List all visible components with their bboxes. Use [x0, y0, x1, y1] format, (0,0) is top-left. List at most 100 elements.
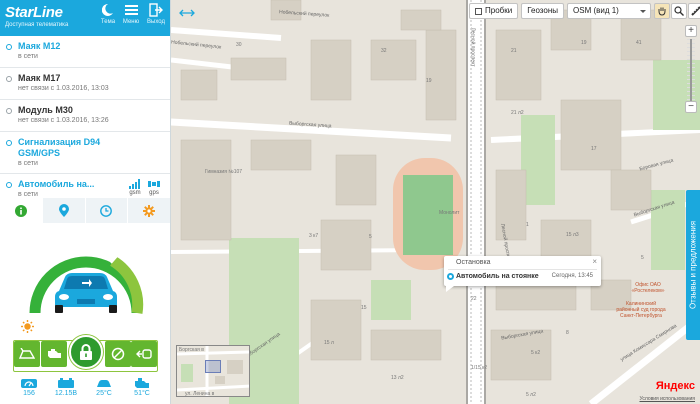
stat-battery: 12.15В — [47, 378, 85, 397]
popup-divider — [448, 269, 597, 270]
house-number: 21 л2 — [511, 110, 524, 116]
geozones-button[interactable]: Геозоны — [521, 3, 565, 19]
house-number: 15 л — [324, 340, 334, 346]
menu-button[interactable]: Меню — [120, 3, 142, 35]
gps-satellite-icon — [148, 181, 160, 187]
ruler-icon — [691, 6, 700, 16]
device-item-d94[interactable]: Сигнализация D94 GSM/GPS в сети — [0, 132, 170, 174]
engine-temp-icon — [135, 378, 149, 388]
popup-time: Сегодня, 13:45 — [551, 273, 593, 279]
clock-icon — [100, 204, 113, 217]
house-number: 1/15 к2 — [471, 365, 488, 371]
tab-history[interactable] — [85, 198, 129, 223]
feedback-tab[interactable]: Отзывы и предложения — [686, 190, 700, 340]
stat-mileage: 156 — [10, 378, 48, 397]
heater-icon — [136, 349, 152, 359]
status-dot — [6, 182, 12, 188]
menu-label: Меню — [122, 19, 140, 25]
status-dot — [6, 76, 12, 82]
exit-icon — [149, 3, 163, 17]
device-item-m17[interactable]: Маяк M17 нет связи с 1.03.2016, 13:03 — [0, 68, 170, 100]
house-number: 8 — [566, 330, 569, 336]
house-number: 5 — [369, 234, 372, 240]
ruler-tool-button[interactable] — [688, 3, 700, 19]
house-number: 41 — [636, 40, 642, 46]
trunk-icon — [19, 348, 35, 359]
zoom-tool-button[interactable] — [671, 3, 688, 19]
theme-icon — [102, 3, 113, 16]
tab-settings[interactable] — [128, 198, 170, 223]
device-status: в сети — [18, 53, 38, 60]
engine-icon — [48, 349, 61, 358]
magnifier-icon — [674, 6, 685, 16]
engine-button[interactable] — [41, 341, 67, 367]
device-item-m12[interactable]: Маяк M12 в сети — [0, 36, 170, 68]
device-item-m30[interactable]: Модуль M30 нет связи с 1.03.2016, 13:26 — [0, 100, 170, 132]
gps-indicator: gps — [146, 179, 162, 196]
house-number: 1 — [526, 222, 529, 228]
stat-value: 25°C — [96, 390, 112, 397]
no-start-button[interactable] — [105, 341, 131, 367]
gsm-signal-icon — [129, 179, 140, 189]
status-dot — [6, 44, 12, 50]
theme-button[interactable]: Тема — [97, 3, 119, 35]
minimap-viewport[interactable] — [205, 360, 221, 373]
car-status-gauge — [29, 254, 144, 314]
gsm-indicator: gsm — [127, 179, 143, 196]
map-view[interactable]: Нобельский переулок Нобельский переулок … — [171, 0, 700, 404]
house-number: 5 к2 — [531, 350, 541, 356]
status-dot — [6, 140, 12, 146]
tagline: Доступная телематика — [5, 22, 69, 28]
top-bar: StarLine Доступная телематика Тема Меню … — [0, 0, 170, 36]
zoom-in-button[interactable]: + — [685, 25, 697, 37]
popup-close-button[interactable]: × — [592, 257, 597, 266]
tab-info[interactable] — [0, 198, 43, 223]
checkbox-icon — [475, 7, 482, 15]
stat-value: 51°C — [134, 390, 150, 397]
zoom-track[interactable] — [690, 39, 692, 101]
traffic-toggle[interactable]: Пробки — [469, 3, 519, 19]
map-layer-select[interactable]: OSM (вид 1) — [567, 3, 652, 19]
exit-button[interactable]: Выход — [145, 3, 167, 35]
popup-vehicle-name: Автомобиль на стоянке — [456, 273, 539, 280]
poi-label: Гимназия №107 — [205, 169, 243, 175]
battery-icon — [58, 378, 74, 388]
zoom-out-button[interactable]: − — [685, 101, 697, 113]
house-number: 15 л3 — [566, 232, 579, 238]
house-number: 13 л2 — [391, 375, 404, 381]
stop-popup[interactable]: Остановка × Автомобиль на стоянке Сегодн… — [444, 256, 601, 292]
settings-gear-icon — [143, 204, 156, 217]
exit-label: Выход — [147, 19, 165, 25]
stat-engine-temp: 51°C — [123, 378, 161, 397]
info-icon — [14, 204, 27, 217]
device-name: Маяк M17 — [18, 73, 61, 83]
lock-button[interactable] — [69, 335, 103, 369]
terms-link[interactable]: Условия использования — [640, 396, 696, 402]
house-number: 21 — [511, 48, 517, 54]
theme-label: Тема — [100, 19, 116, 25]
minimap-label: ул. Ленина в — [185, 391, 215, 397]
device-status: нет связи с 1.03.2016, 13:26 — [18, 117, 109, 124]
device-status: в сети — [18, 160, 38, 167]
poi-label: Монолит — [439, 210, 460, 216]
overview-minimap[interactable]: Боргская в ул. Ленина в — [176, 345, 250, 397]
lock-icon — [80, 344, 92, 360]
stat-interior-temp: 25°C — [85, 378, 123, 397]
house-number: 3 к7 — [309, 233, 319, 239]
sidebar: StarLine Доступная телематика Тема Меню … — [0, 0, 171, 404]
logo: StarLine — [5, 4, 63, 21]
trunk-button[interactable] — [14, 341, 40, 367]
hand-icon — [658, 7, 666, 16]
map-toolbar: Пробки Геозоны OSM (вид 1) — [469, 3, 700, 19]
heater-button[interactable] — [131, 341, 157, 367]
device-name: Сигнализация D94 GSM/GPS — [18, 137, 101, 158]
status-dot — [6, 108, 12, 114]
collapse-sidebar-icon[interactable] — [179, 6, 195, 20]
house-number: 15 — [361, 305, 367, 311]
house-number: 30 — [236, 42, 242, 48]
menu-icon — [124, 5, 138, 15]
tab-location[interactable] — [42, 198, 86, 223]
poi-label: Офис ОАО «Ростелеком» — [631, 282, 665, 294]
house-number: 32 — [381, 48, 387, 54]
pan-tool-button[interactable] — [654, 3, 671, 19]
